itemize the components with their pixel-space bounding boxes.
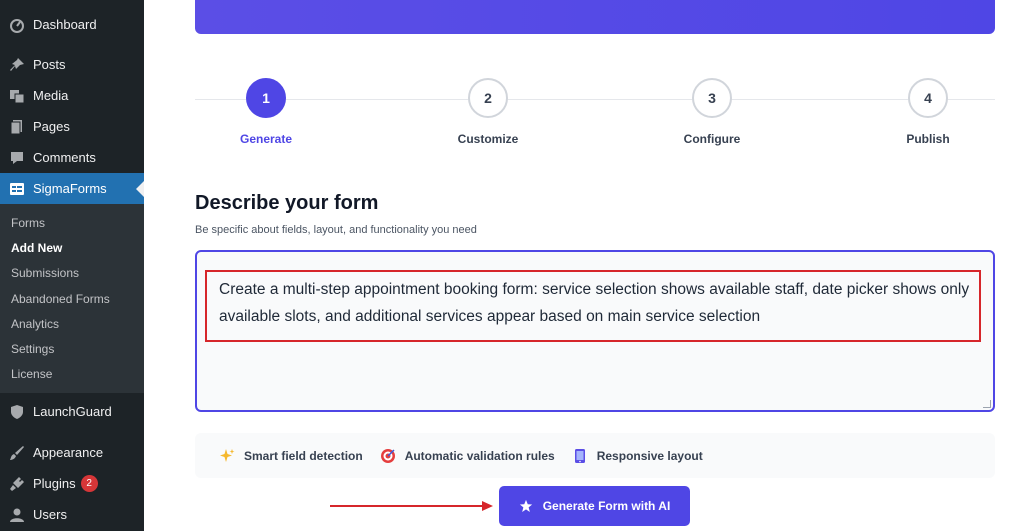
user-icon — [9, 507, 25, 523]
menu-sigmaforms[interactable]: SigmaForms — [0, 173, 144, 204]
menu-comments[interactable]: Comments — [0, 142, 144, 173]
feature-label: Smart field detection — [244, 448, 363, 463]
menu-label: Dashboard — [33, 17, 97, 32]
step-publish[interactable]: 4 Publish — [883, 78, 973, 146]
submenu-settings[interactable]: Settings — [0, 336, 144, 361]
step-label: Generate — [239, 132, 293, 146]
prompt-text: Create a multi-step appointment booking … — [219, 281, 970, 325]
menu-users[interactable]: Users — [0, 499, 144, 530]
media-icon — [9, 88, 25, 104]
generate-form-button[interactable]: Generate Form with AI — [499, 486, 690, 526]
feature-validation: Automatic validation rules — [380, 448, 555, 464]
step-label: Customize — [457, 132, 519, 146]
sigmaforms-submenu: Forms Add New Submissions Abandoned Form… — [0, 204, 144, 394]
step-label: Configure — [683, 132, 741, 146]
menu-label: SigmaForms — [33, 181, 107, 196]
admin-sidebar: Dashboard Posts Media Pages Comments Sig… — [0, 0, 144, 531]
menu-dashboard[interactable]: Dashboard — [0, 9, 144, 40]
menu-appearance[interactable]: Appearance — [0, 437, 144, 468]
submenu-abandoned-forms[interactable]: Abandoned Forms — [0, 286, 144, 311]
submenu-add-new[interactable]: Add New — [0, 235, 144, 260]
menu-label: Users — [33, 507, 67, 523]
feature-smart-detection: Smart field detection — [219, 448, 363, 464]
pin-icon — [9, 57, 25, 73]
step-generate[interactable]: 1 Generate — [221, 78, 311, 146]
menu-pages[interactable]: Pages — [0, 111, 144, 142]
menu-posts[interactable]: Posts — [0, 49, 144, 80]
form-description-textarea[interactable]: Create a multi-step appointment booking … — [195, 250, 995, 412]
annotation-arrow — [330, 501, 493, 511]
menu-media[interactable]: Media — [0, 80, 144, 111]
brush-icon — [9, 445, 25, 461]
submenu-license[interactable]: License — [0, 362, 144, 387]
comment-icon — [9, 150, 25, 166]
sparkle-icon — [219, 448, 235, 464]
pages-icon — [9, 119, 25, 135]
form-icon — [9, 181, 25, 197]
step-customize[interactable]: 2 Customize — [443, 78, 533, 146]
target-icon — [380, 448, 396, 464]
submenu-submissions[interactable]: Submissions — [0, 261, 144, 286]
menu-label: Comments — [33, 150, 96, 165]
menu-label: Appearance — [33, 445, 104, 461]
plug-icon — [9, 476, 25, 492]
features-bar: Smart field detection Automatic validati… — [195, 433, 995, 478]
step-label: Publish — [906, 132, 950, 146]
main-content: 1 Generate 2 Customize 3 Configure 4 Pub… — [144, 0, 1024, 531]
section-subtitle: Be specific about fields, layout, and fu… — [195, 224, 477, 236]
step-configure[interactable]: 3 Configure — [667, 78, 757, 146]
feature-responsive: Responsive layout — [572, 448, 703, 464]
submenu-analytics[interactable]: Analytics — [0, 311, 144, 336]
menu-label: Posts — [33, 57, 66, 72]
feature-label: Automatic validation rules — [404, 448, 555, 463]
step-number: 4 — [908, 78, 948, 118]
dashboard-icon — [9, 17, 25, 33]
stepper-line — [195, 99, 995, 100]
feature-label: Responsive layout — [596, 448, 703, 463]
form-stepper: 1 Generate 2 Customize 3 Configure 4 Pub… — [195, 78, 995, 158]
step-number: 2 — [468, 78, 508, 118]
step-number: 1 — [246, 78, 286, 118]
section-title: Describe your form — [195, 192, 379, 214]
button-label: Generate Form with AI — [542, 499, 671, 513]
menu-label: Plugins — [33, 476, 76, 492]
menu-label: Media — [33, 88, 69, 103]
resize-handle[interactable] — [983, 400, 991, 408]
menu-label: Pages — [33, 119, 70, 134]
menu-plugins[interactable]: Plugins 2 — [0, 468, 144, 499]
mobile-icon — [572, 448, 588, 464]
header-banner — [195, 0, 995, 34]
plugins-update-badge: 2 — [80, 475, 98, 493]
menu-label: LaunchGuard — [33, 404, 112, 420]
menu-launchguard[interactable]: LaunchGuard — [0, 396, 144, 427]
shield-icon — [9, 404, 25, 420]
submenu-forms[interactable]: Forms — [0, 210, 144, 235]
star-icon — [519, 499, 533, 513]
step-number: 3 — [692, 78, 732, 118]
